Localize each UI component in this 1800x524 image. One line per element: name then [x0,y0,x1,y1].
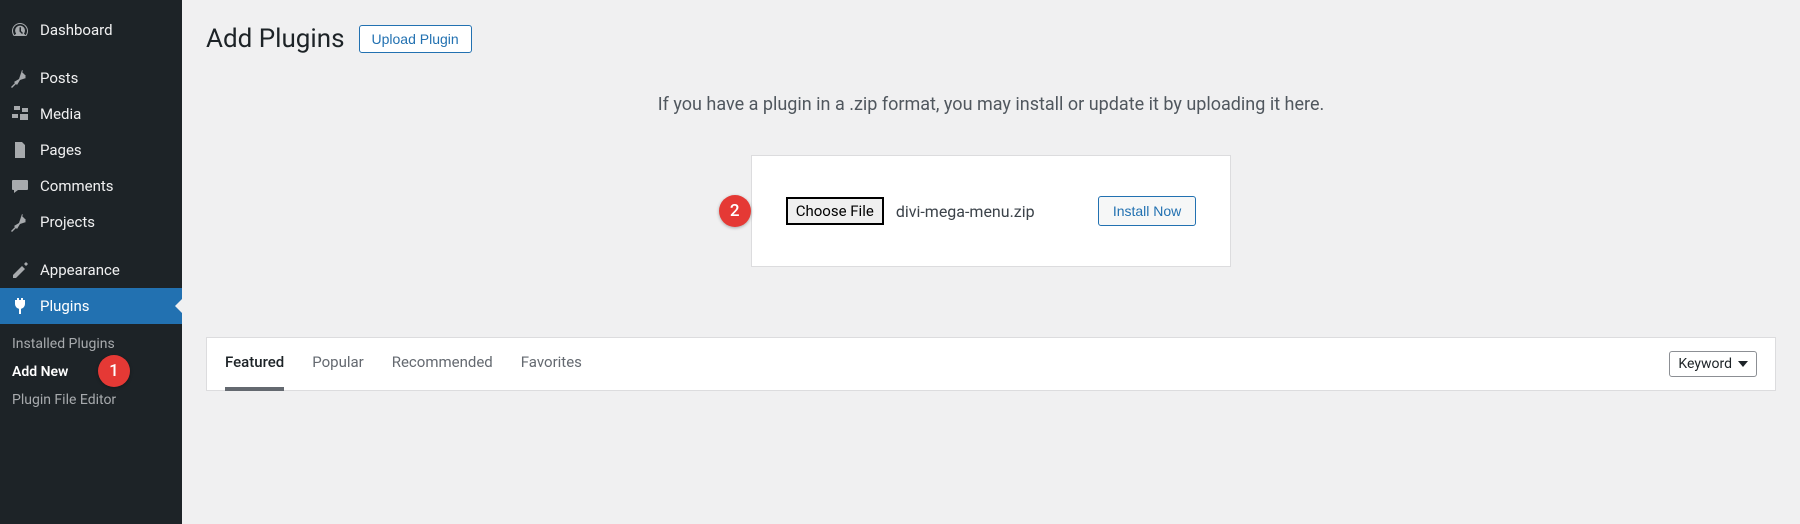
sidebar-label: Appearance [40,261,120,279]
tab-recommended[interactable]: Recommended [392,337,493,391]
selected-file-name: divi-mega-menu.zip [896,202,1056,221]
sidebar-label: Media [40,105,81,123]
submenu-plugin-file-editor[interactable]: Plugin File Editor [0,386,182,414]
pages-icon [10,140,30,160]
sidebar-label: Posts [40,69,78,87]
sidebar-item-posts[interactable]: Posts [0,60,182,96]
sidebar-item-media[interactable]: Media [0,96,182,132]
pin-icon [10,68,30,88]
annotation-marker-2: 2 [719,195,751,227]
submenu-installed-plugins[interactable]: Installed Plugins [0,330,182,358]
choose-file-button[interactable]: Choose File [786,197,884,225]
sidebar-item-dashboard[interactable]: Dashboard [0,12,182,48]
sidebar-item-comments[interactable]: Comments [0,168,182,204]
sidebar-label: Plugins [40,297,89,315]
sidebar-item-plugins[interactable]: Plugins [0,288,182,324]
tab-popular[interactable]: Popular [312,337,364,391]
sidebar-label: Pages [40,141,82,159]
plugins-submenu: Installed Plugins Add New 1 Plugin File … [0,324,182,420]
upload-instructions: If you have a plugin in a .zip format, y… [206,94,1776,115]
dropdown-value: Keyword [1678,356,1732,372]
tab-featured[interactable]: Featured [225,337,284,391]
dashboard-icon [10,20,30,40]
upload-area: If you have a plugin in a .zip format, y… [206,94,1776,267]
appearance-icon [10,260,30,280]
tab-favorites[interactable]: Favorites [521,337,582,391]
sidebar-item-projects[interactable]: Projects [0,204,182,240]
submenu-label: Add New [12,364,68,380]
upload-box: 2 Choose File divi-mega-menu.zip Install… [751,155,1232,267]
submenu-label: Installed Plugins [12,336,115,352]
admin-sidebar: Dashboard Posts Media Pages Comments Pro… [0,0,182,524]
annotation-marker-1: 1 [98,355,130,387]
submenu-add-new[interactable]: Add New 1 [0,358,182,386]
plugin-filter-bar: Featured Popular Recommended Favorites K… [206,337,1776,391]
install-now-button[interactable]: Install Now [1098,196,1196,226]
pin-icon [10,212,30,232]
page-title: Add Plugins [206,24,345,54]
media-icon [10,104,30,124]
main-content: Add Plugins Upload Plugin If you have a … [182,0,1800,524]
plugin-tabs: Featured Popular Recommended Favorites [225,337,582,391]
chevron-down-icon [1738,361,1748,367]
sidebar-item-appearance[interactable]: Appearance [0,252,182,288]
sidebar-label: Projects [40,213,95,231]
page-header: Add Plugins Upload Plugin [206,10,1776,54]
sidebar-label: Comments [40,177,114,195]
submenu-label: Plugin File Editor [12,392,116,408]
upload-plugin-button[interactable]: Upload Plugin [359,25,472,53]
sidebar-item-pages[interactable]: Pages [0,132,182,168]
plugins-icon [10,296,30,316]
comments-icon [10,176,30,196]
sidebar-label: Dashboard [40,21,113,39]
search-type-dropdown[interactable]: Keyword [1669,351,1757,377]
